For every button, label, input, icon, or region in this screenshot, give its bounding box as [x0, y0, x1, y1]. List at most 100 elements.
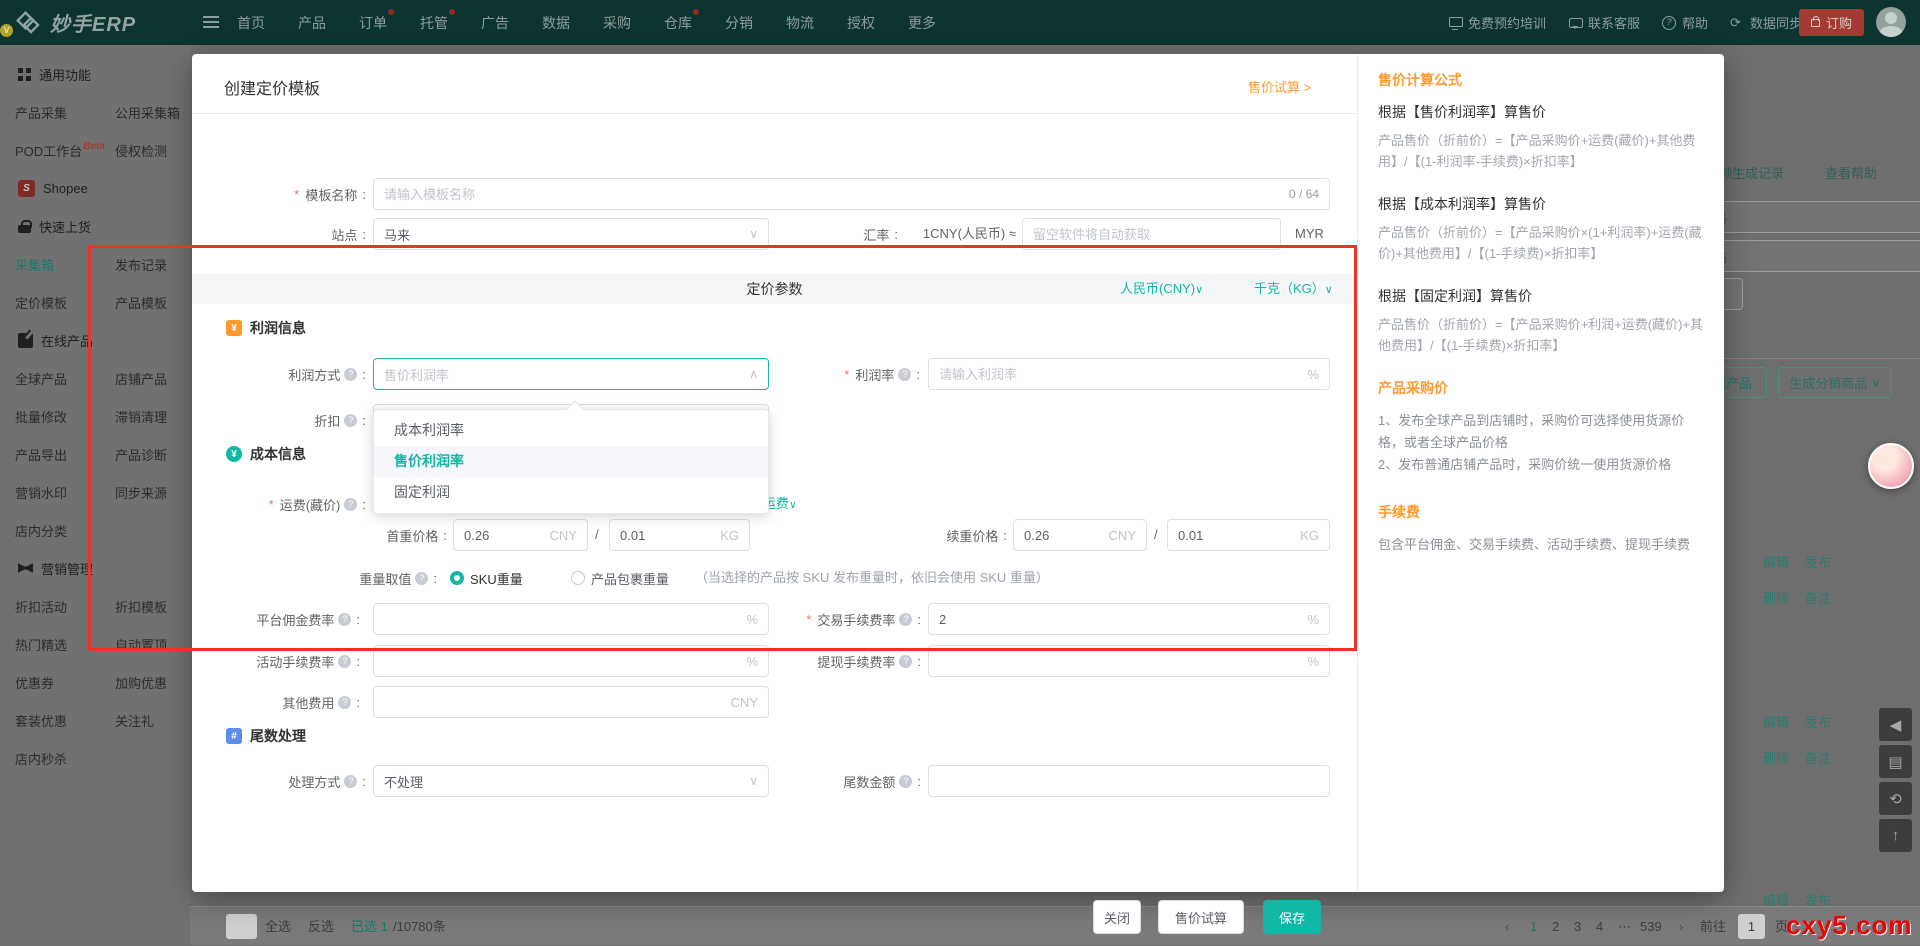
assistant-avatar[interactable] [1868, 443, 1914, 489]
top-menu-item[interactable]: 采购 [603, 13, 631, 33]
sidebar-item[interactable]: 产品诊断 [115, 445, 167, 464]
activity-fee-input[interactable]: % [373, 645, 769, 677]
pagination-page[interactable]: ⋯ [1618, 907, 1631, 946]
pagination-page[interactable]: 4 [1596, 907, 1603, 946]
help-tooltip-icon[interactable] [899, 655, 912, 668]
page-tool-box[interactable] [226, 914, 257, 939]
subsidy-filter-input[interactable]: 补贴 [1690, 240, 1920, 272]
topbar-link[interactable]: 帮助 [1662, 13, 1708, 32]
help-tooltip-icon[interactable] [338, 655, 351, 668]
top-menu-item[interactable]: 广告 [481, 13, 509, 33]
site-select[interactable]: 马来 [373, 218, 769, 250]
sidebar-item[interactable]: 采集箱 [15, 255, 115, 274]
view-help-link[interactable]: 查看帮助 [1825, 163, 1877, 182]
sidebar-item[interactable]: 店内分类 [15, 521, 115, 540]
sidebar-item[interactable]: 折扣活动 [15, 597, 115, 616]
sidebar-item[interactable]: 公用采集箱 [115, 103, 180, 122]
next-weight-price-input[interactable]: CNY [1013, 519, 1147, 551]
top-menu-item[interactable]: 仓库 [664, 13, 692, 33]
invert-select-button[interactable]: 反选 [308, 907, 334, 946]
sidebar-item[interactable]: 店铺产品 [115, 369, 167, 388]
history-icon[interactable]: ⟲ [1879, 782, 1912, 815]
help-tooltip-icon[interactable] [899, 775, 912, 788]
sidebar-item[interactable]: 优惠券 [15, 673, 115, 692]
dropdown-option[interactable]: 成本利润率 [374, 415, 768, 446]
hamburger-icon[interactable] [203, 16, 219, 18]
row-action-link[interactable]: 发布 [1805, 712, 1831, 731]
row-action-link[interactable]: 编辑 [1763, 712, 1789, 731]
sidebar-item[interactable]: 折扣模板 [115, 597, 167, 616]
sidebar-item[interactable]: 加购优惠 [115, 673, 167, 692]
sidebar-item[interactable]: 营销水印 [15, 483, 115, 502]
help-tooltip-icon[interactable] [898, 368, 911, 381]
pagination-page[interactable]: 539 [1640, 907, 1662, 946]
select-all-button[interactable]: 全选 [265, 907, 291, 946]
sidebar-item[interactable]: 批量修改 [15, 407, 115, 426]
withdraw-fee-input[interactable]: % [928, 645, 1330, 677]
top-menu-item[interactable]: 产品 [298, 13, 326, 33]
pagination-page[interactable]: 2 [1552, 907, 1559, 946]
dropdown-option[interactable]: 售价利润率 [374, 446, 768, 477]
first-weight-kg-input[interactable]: KG [609, 519, 750, 551]
help-tooltip-icon[interactable] [344, 498, 357, 511]
profit-mode-select[interactable]: 售价利润率 [373, 358, 769, 390]
row-action-link[interactable]: 删除 [1763, 588, 1789, 607]
row-action-link[interactable]: 备注 [1805, 588, 1831, 607]
top-menu-item[interactable]: 分销 [725, 13, 753, 33]
price-trial-button[interactable]: 售价试算 [1158, 900, 1244, 934]
sidebar-item[interactable]: 产品模板 [115, 293, 167, 312]
tail-amount-input[interactable] [928, 765, 1330, 797]
commission-input[interactable]: % [373, 603, 769, 635]
sidebar-item[interactable]: 同步来源 [115, 483, 167, 502]
help-tooltip-icon[interactable] [344, 414, 357, 427]
top-menu-item[interactable]: 首页 [237, 13, 265, 33]
prev-page-icon[interactable]: ‹ [1505, 907, 1509, 946]
sidebar-item[interactable]: 定价模板 [15, 293, 115, 312]
next-weight-kg-input[interactable]: KG [1167, 519, 1330, 551]
help-tooltip-icon[interactable] [899, 613, 912, 626]
topbar-link[interactable]: 联系客服 [1568, 13, 1640, 32]
back-top-icon[interactable]: ↑ [1879, 819, 1912, 852]
sidebar-item[interactable]: 全球产品 [15, 369, 115, 388]
sidebar-item[interactable]: 发布记录 [115, 255, 167, 274]
help-tooltip-icon[interactable] [338, 696, 351, 709]
row-action-link[interactable]: 编辑 [1763, 552, 1789, 571]
next-page-icon[interactable]: › [1679, 907, 1683, 946]
close-button[interactable]: 关闭 [1093, 900, 1141, 934]
help-tooltip-icon[interactable] [415, 572, 428, 585]
top-menu-item[interactable]: 托管 [420, 13, 448, 33]
document-icon[interactable]: ▤ [1879, 745, 1912, 778]
price-filter-input[interactable]: 价格 元 [1690, 201, 1920, 233]
top-menu-item[interactable]: 授权 [847, 13, 875, 33]
radio-package-weight[interactable]: 产品包裹重量 [571, 562, 669, 594]
subscribe-button[interactable]: 订购 [1799, 9, 1864, 36]
template-name-input[interactable]: 0 / 64 [373, 178, 1330, 210]
radio-sku-weight[interactable]: SKU重量 [450, 562, 523, 594]
process-mode-select[interactable]: 不处理 [373, 765, 769, 797]
help-tooltip-icon[interactable] [344, 368, 357, 381]
top-menu-item[interactable]: 订单 [359, 13, 387, 33]
pagination-page[interactable]: 1 [1530, 907, 1537, 946]
first-weight-price-input[interactable]: CNY [453, 519, 588, 551]
row-action-link[interactable]: 备注 [1805, 748, 1831, 767]
collapse-icon[interactable]: ◀ [1879, 708, 1912, 741]
user-avatar[interactable] [1876, 7, 1906, 37]
top-menu-item[interactable]: 物流 [786, 13, 814, 33]
sidebar-item[interactable]: 自动置顶 [115, 635, 167, 654]
sidebar-group-header[interactable]: 通用功能 [0, 55, 190, 93]
help-tooltip-icon[interactable] [338, 613, 351, 626]
sidebar-item[interactable]: 热门精选 [15, 635, 115, 654]
sidebar-group-header[interactable]: 在线产品 [0, 321, 190, 359]
sidebar-group-header[interactable]: 营销管理 [0, 549, 190, 587]
sidebar-group-header[interactable]: SShopee [0, 169, 190, 207]
save-button[interactable]: 保存 [1263, 900, 1321, 934]
sidebar-item[interactable]: 产品导出 [15, 445, 115, 464]
row-action-link[interactable]: 发布 [1805, 552, 1831, 571]
sidebar-item[interactable]: POD工作台Beta [15, 141, 115, 160]
top-menu-item[interactable]: 更多 [908, 13, 936, 33]
currency-select[interactable]: 人民币(CNY) [1120, 274, 1203, 305]
sidebar-item[interactable]: 关注礼 [115, 711, 154, 730]
sidebar-group-header[interactable]: 快速上货 [0, 207, 190, 245]
topbar-link[interactable]: 数据同步 [1730, 13, 1802, 32]
topbar-link[interactable]: 免费预约培训 [1448, 13, 1546, 32]
